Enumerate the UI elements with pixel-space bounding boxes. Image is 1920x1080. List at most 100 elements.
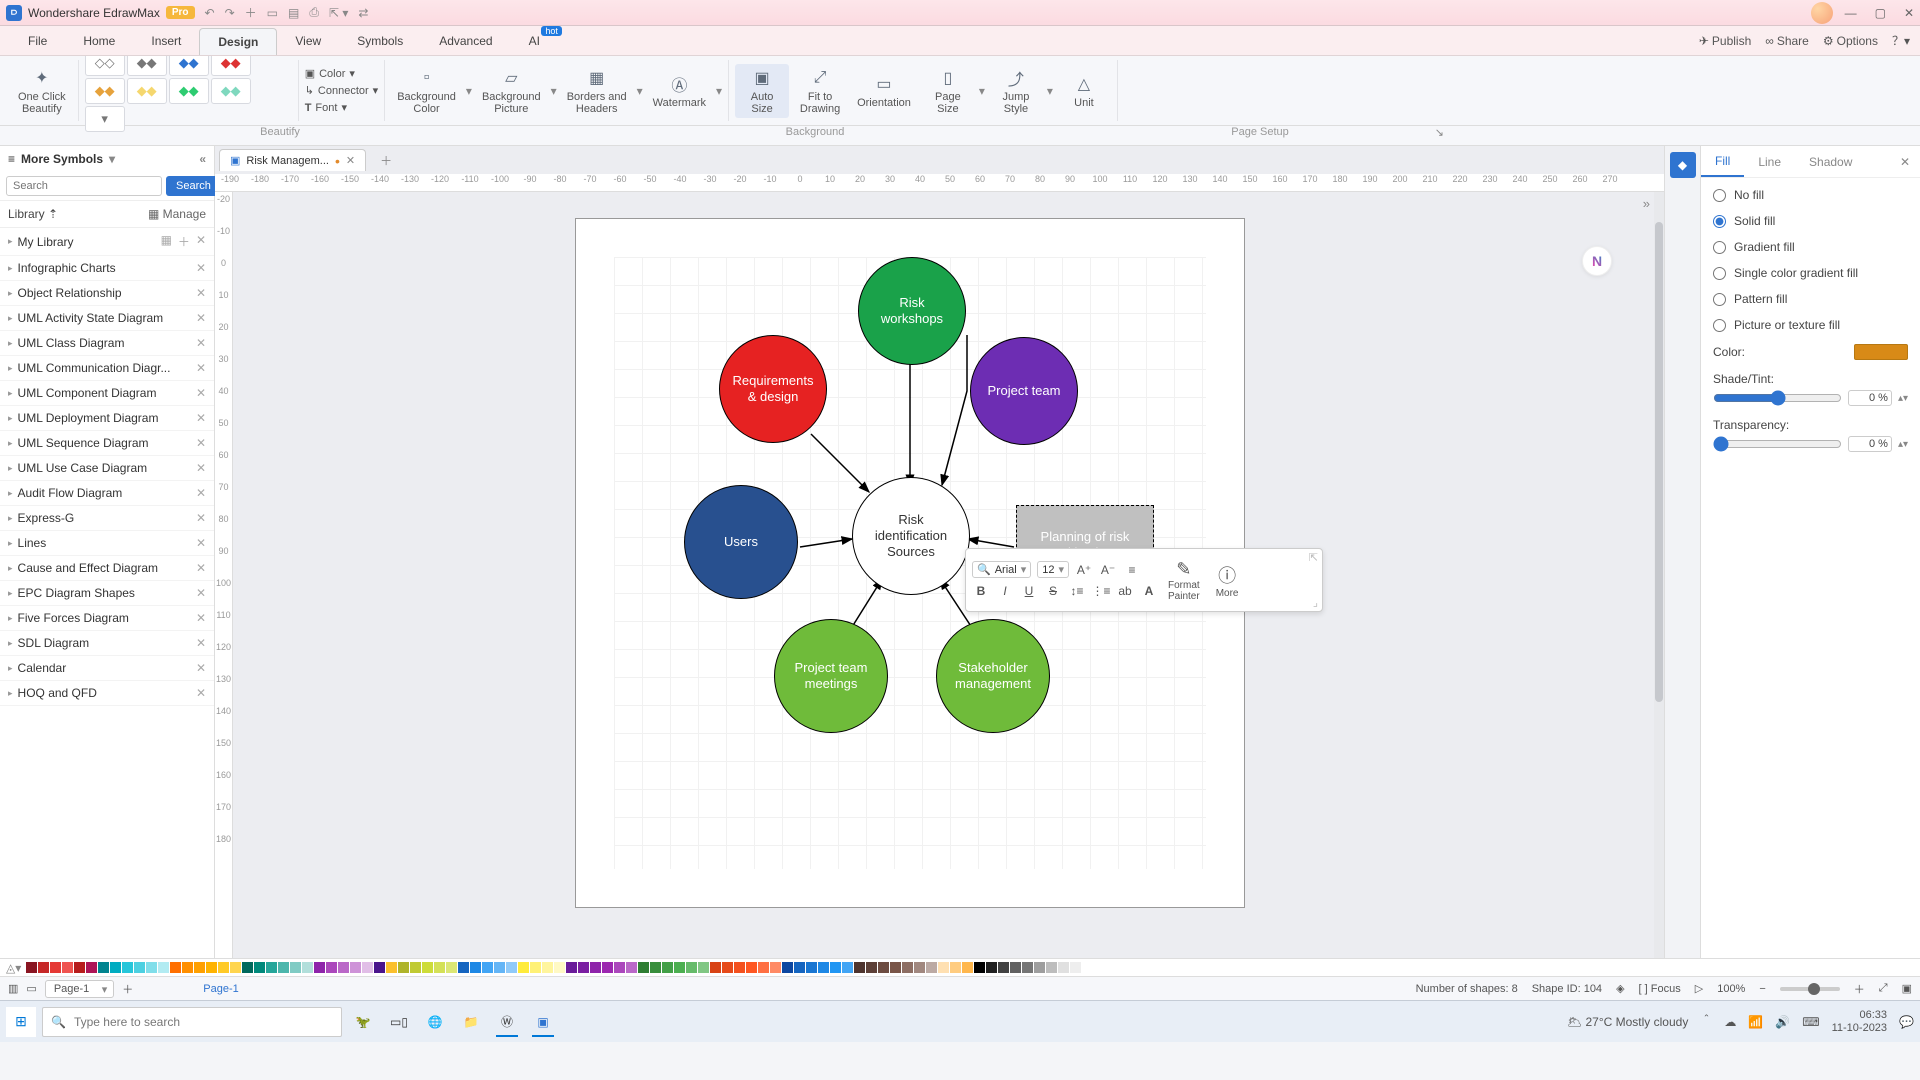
menu-file[interactable]: File [10,28,65,54]
library-item-close-icon[interactable]: ✕ [196,586,206,600]
watermark-caret[interactable]: ▾ [716,84,722,98]
palette-swatch[interactable] [50,962,61,973]
palette-swatch[interactable] [518,962,529,973]
mylib-close-icon[interactable]: ✕ [196,233,206,250]
palette-swatch[interactable] [386,962,397,973]
auto-size-button[interactable]: ▣Auto Size [735,64,789,118]
palette-swatch[interactable] [974,962,985,973]
palette-swatch[interactable] [746,962,757,973]
palette-swatch[interactable] [458,962,469,973]
palette-swatch[interactable] [266,962,277,973]
menu-advanced[interactable]: Advanced [421,28,510,54]
node-risk-workshops[interactable]: Risk workshops [858,257,966,365]
qa-more-icon[interactable]: ⇄ [358,6,368,20]
palette-swatch[interactable] [890,962,901,973]
library-item[interactable]: ▸UML Communication Diagr...✕ [0,356,214,381]
word-icon[interactable]: Ⓦ [492,1007,522,1037]
library-item-close-icon[interactable]: ✕ [196,386,206,400]
palette-swatch[interactable] [674,962,685,973]
palette-swatch[interactable] [38,962,49,973]
palette-swatch[interactable] [734,962,745,973]
menu-insert[interactable]: Insert [133,28,199,54]
palette-swatch[interactable] [806,962,817,973]
palette-swatch[interactable] [698,962,709,973]
layers-icon[interactable]: ◈ [1616,982,1624,995]
palette-swatch[interactable] [614,962,625,973]
palette-swatch[interactable] [422,962,433,973]
library-item-close-icon[interactable]: ✕ [196,436,206,450]
font-family-select[interactable]: 🔍Arial▾ [972,561,1031,578]
library-item-close-icon[interactable]: ✕ [196,636,206,650]
menu-symbols[interactable]: Symbols [339,28,421,54]
palette-swatch[interactable] [410,962,421,973]
palette-swatch[interactable] [1070,962,1081,973]
tab-fill[interactable]: Fill [1701,146,1744,177]
bg-color-button[interactable]: ▫Background Color [391,64,462,118]
library-item[interactable]: ▸Object Relationship✕ [0,281,214,306]
close-icon[interactable]: ✕ [1904,6,1914,20]
vertical-scrollbar[interactable] [1654,192,1664,958]
qa-print-icon[interactable]: ⎙ [309,5,319,20]
language-icon[interactable]: ⌨ [1802,1015,1819,1029]
format-painter-button[interactable]: ✎Format Painter [1162,559,1206,602]
palette-swatch[interactable] [1010,962,1021,973]
preset-7[interactable]: ◆◆ [169,78,209,104]
palette-swatch[interactable] [194,962,205,973]
library-item[interactable]: ▸Infographic Charts✕ [0,256,214,281]
ai-assistant-icon[interactable]: N [1582,246,1612,276]
palette-swatch[interactable] [98,962,109,973]
palette-swatch[interactable] [722,962,733,973]
status-grid-icon[interactable]: ▥ [8,982,18,995]
library-item-close-icon[interactable]: ✕ [196,461,206,475]
jump-caret[interactable]: ▾ [1047,84,1053,98]
fit-drawing-button[interactable]: ⤢Fit to Drawing [793,64,847,118]
font-dropdown[interactable]: T Font ▾ [305,101,347,114]
palette-swatch[interactable] [494,962,505,973]
library-item-close-icon[interactable]: ✕ [196,336,206,350]
palette-swatch[interactable] [626,962,637,973]
palette-swatch[interactable] [638,962,649,973]
palette-swatch[interactable] [158,962,169,973]
bg-picture-button[interactable]: ▱Background Picture [476,64,547,118]
tab-line[interactable]: Line [1744,155,1795,169]
fill-tool-icon[interactable]: ◆ [1670,152,1696,178]
zoom-slider[interactable] [1780,987,1840,991]
palette-swatch[interactable] [686,962,697,973]
color-dropdown[interactable]: ▣ Color ▾ [305,67,355,80]
library-item[interactable]: ▸Express-G✕ [0,506,214,531]
onedrive-icon[interactable]: ☁ [1724,1015,1736,1029]
decrease-font-icon[interactable]: A⁻ [1099,561,1117,579]
menu-design[interactable]: Design [199,28,277,55]
opt-solid-fill[interactable]: Solid fill [1713,214,1908,228]
palette-swatch[interactable] [446,962,457,973]
fullscreen-icon[interactable]: ▣ [1902,982,1912,995]
tab-shadow[interactable]: Shadow [1795,155,1866,169]
explorer-icon[interactable]: 📁 [456,1007,486,1037]
preset-6[interactable]: ◆◆ [127,78,167,104]
watermark-button[interactable]: ⒶWatermark [647,70,712,112]
opt-gradient-fill[interactable]: Gradient fill [1713,240,1908,254]
palette-swatch[interactable] [902,962,913,973]
palette-swatch[interactable] [938,962,949,973]
palette-swatch[interactable] [206,962,217,973]
one-click-beautify-button[interactable]: ✦One Click Beautify [12,64,72,118]
opt-single-grad[interactable]: Single color gradient fill [1713,266,1908,280]
palette-swatch[interactable] [398,962,409,973]
library-item-close-icon[interactable]: ✕ [196,611,206,625]
italic-icon[interactable]: I [996,582,1014,600]
node-requirements[interactable]: Requirements & design [719,335,827,443]
shade-slider[interactable] [1713,390,1842,406]
palette-swatch[interactable] [554,962,565,973]
palette-swatch[interactable] [1034,962,1045,973]
focus-button[interactable]: [ ] Focus [1639,983,1681,995]
palette-swatch[interactable] [350,962,361,973]
palette-swatch[interactable] [854,962,865,973]
palette-swatch[interactable] [830,962,841,973]
library-item[interactable]: ▸UML Sequence Diagram✕ [0,431,214,456]
palette-swatch[interactable] [1022,962,1033,973]
volume-icon[interactable]: 🔊 [1775,1015,1790,1029]
document-tab[interactable]: ▣ Risk Managem... • ✕ [219,149,366,171]
floating-format-toolbar[interactable]: ⇱ 🔍Arial▾ 12▾ A⁺ A⁻ ≡ B I U S ↕≡ [965,548,1323,612]
palette-swatch[interactable] [542,962,553,973]
palette-swatch[interactable] [662,962,673,973]
